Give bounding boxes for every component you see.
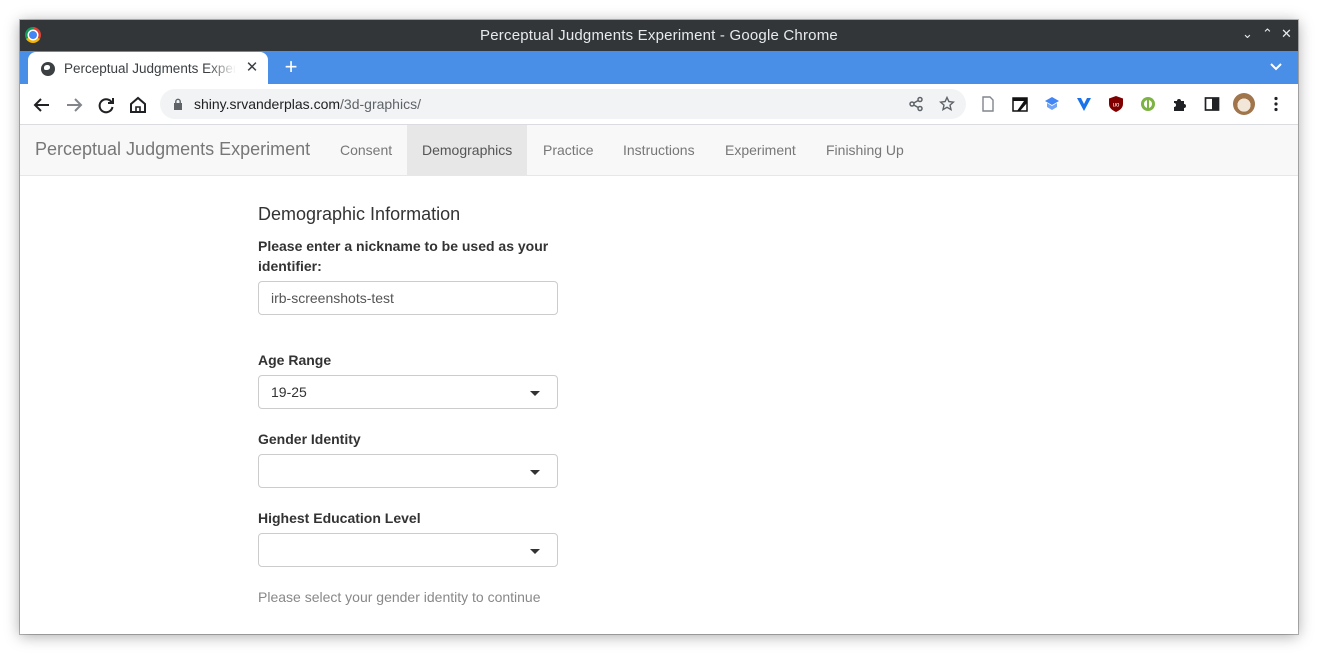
education-level-label: Highest Education Level (258, 510, 421, 526)
caret-down-icon (530, 549, 540, 554)
nav-tab-finishing-up[interactable]: Finishing Up (811, 125, 919, 175)
tab-search-chevron-icon[interactable] (1268, 59, 1284, 75)
caret-down-icon (530, 470, 540, 475)
nav-tab-practice[interactable]: Practice (528, 125, 609, 175)
minimize-button[interactable]: ⌄ (1242, 26, 1253, 42)
lock-icon[interactable] (173, 98, 183, 110)
title-bar: Perceptual Judgments Experiment - Google… (20, 20, 1298, 51)
tab-strip: Perceptual Judgments Experiment ✕ + (20, 51, 1298, 84)
side-panel-icon[interactable] (1203, 95, 1221, 113)
education-level-select[interactable] (258, 533, 558, 567)
vivid-extension-icon[interactable] (1075, 95, 1093, 113)
age-range-value: 19-25 (271, 384, 307, 400)
ublock-origin-icon[interactable]: uo (1107, 95, 1125, 113)
svg-text:uo: uo (1113, 103, 1120, 109)
validation-message: Please select your gender identity to co… (258, 589, 541, 605)
tab-close-button[interactable]: ✕ (244, 59, 260, 77)
new-tab-button[interactable]: + (280, 56, 302, 78)
gender-identity-label: Gender Identity (258, 431, 361, 447)
back-arrow-icon[interactable] (31, 94, 53, 116)
home-icon[interactable] (127, 94, 149, 116)
notion-extension-icon[interactable] (1011, 95, 1029, 113)
forward-arrow-icon[interactable] (63, 94, 85, 116)
browser-toolbar: shiny.srvanderplas.com/3d-graphics/ uo (20, 84, 1298, 125)
maximize-button[interactable]: ⌃ (1262, 26, 1273, 42)
share-icon[interactable] (908, 96, 924, 112)
url-path: /3d-graphics/ (340, 96, 421, 112)
address-bar[interactable]: shiny.srvanderplas.com/3d-graphics/ (160, 89, 966, 119)
nav-tab-experiment[interactable]: Experiment (710, 125, 811, 175)
nav-tab-instructions[interactable]: Instructions (608, 125, 710, 175)
active-tab[interactable]: Perceptual Judgments Experiment ✕ (28, 52, 268, 84)
app-navbar: Perceptual Judgments Experiment Consent … (20, 125, 1298, 176)
reload-icon[interactable] (95, 94, 117, 116)
nav-tab-consent[interactable]: Consent (325, 125, 407, 175)
navbar-brand[interactable]: Perceptual Judgments Experiment (35, 139, 310, 160)
zotero-extension-icon[interactable] (1043, 95, 1061, 113)
close-window-button[interactable]: ✕ (1281, 26, 1292, 42)
age-range-select[interactable]: 19-25 (258, 375, 558, 409)
document-extension-icon[interactable] (979, 95, 997, 113)
privacy-badger-icon[interactable] (1139, 95, 1157, 113)
more-menu-icon[interactable] (1267, 95, 1285, 113)
window-title: Perceptual Judgments Experiment - Google… (480, 27, 838, 44)
tab-title: Perceptual Judgments Experiment (64, 61, 236, 76)
form-heading: Demographic Information (258, 204, 461, 224)
gender-identity-select[interactable] (258, 454, 558, 488)
globe-icon (41, 62, 55, 76)
browser-window: Perceptual Judgments Experiment - Google… (20, 20, 1298, 634)
age-range-label: Age Range (258, 352, 332, 368)
url-text[interactable]: shiny.srvanderplas.com/3d-graphics/ (194, 96, 421, 112)
caret-down-icon (530, 391, 540, 396)
nickname-label: Please enter a nickname to be used as yo… (258, 238, 549, 274)
extensions-puzzle-icon[interactable] (1171, 95, 1189, 113)
nickname-input[interactable]: irb-screenshots-test (258, 281, 558, 315)
nav-tab-demographics[interactable]: Demographics (407, 125, 528, 175)
profile-avatar[interactable] (1233, 93, 1255, 115)
url-domain: shiny.srvanderplas.com (194, 96, 341, 112)
bookmark-star-icon[interactable] (939, 96, 955, 112)
